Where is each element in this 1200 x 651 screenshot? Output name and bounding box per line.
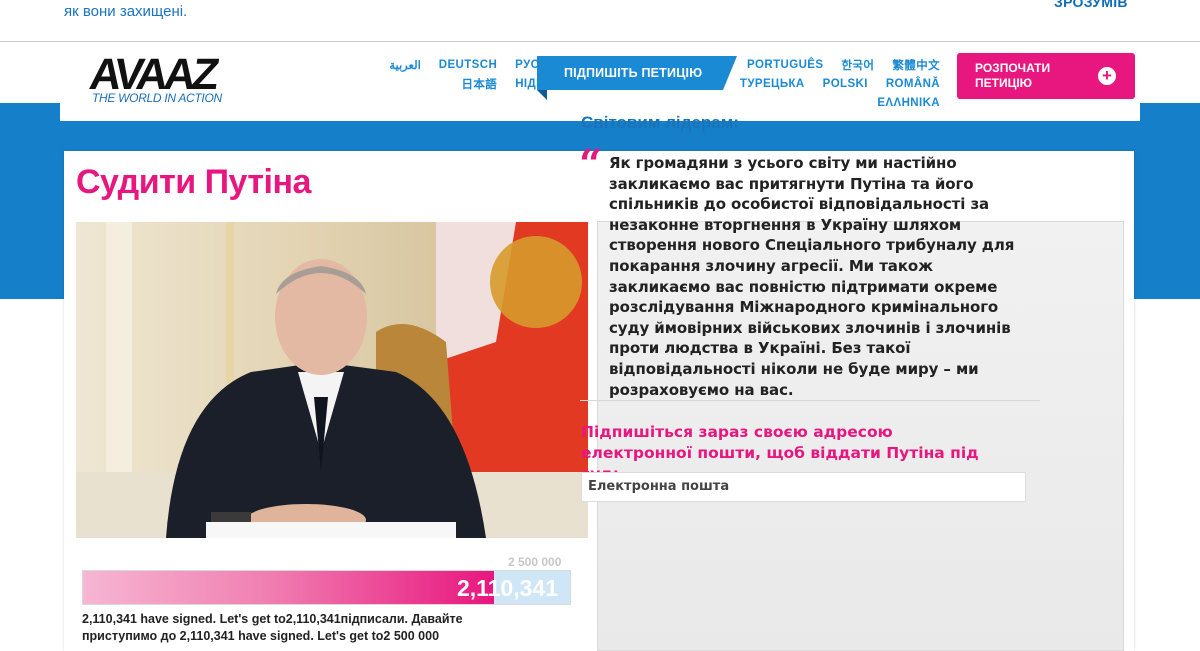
photo-illustration (76, 222, 588, 538)
language-link[interactable]: ROMÂNĂ (886, 78, 940, 90)
signature-progress-bar: 2,110,341 (82, 570, 571, 605)
language-link[interactable]: POLSKI (823, 78, 868, 90)
cookie-accept-button[interactable]: ЗРОЗУМІВ (1054, 0, 1128, 10)
tab-fold-decoration (537, 90, 547, 100)
start-petition-button[interactable]: РОЗПОЧАТИ ПЕТИЦІЮ + (957, 53, 1135, 99)
logo-tagline: THE WORLD IN ACTION (92, 91, 222, 105)
language-link[interactable]: DEUTSCH (439, 59, 497, 71)
quote-icon: “ (579, 141, 603, 188)
language-link[interactable]: ТУРЕЦЬКА (740, 78, 805, 90)
start-petition-label: РОЗПОЧАТИ ПЕТИЦІЮ (975, 61, 1051, 90)
language-link[interactable]: العربية (389, 58, 420, 72)
signature-goal: 2 500 000 (508, 555, 562, 569)
petition-photo (76, 222, 588, 538)
petition-text: Як громадяни з усього світу ми настійно … (609, 154, 1015, 399)
language-link[interactable]: ΕΛΛΗΝΙΚΑ (877, 97, 940, 109)
panel-divider (580, 400, 1040, 401)
language-link[interactable]: 日本語 (462, 76, 498, 92)
cookie-notice-text: як вони захищені. (64, 3, 188, 20)
page-title: Судити Путіна (76, 163, 311, 201)
language-link[interactable]: 한국어 (841, 57, 874, 73)
progress-fill (83, 571, 495, 604)
sign-petition-tab: ПІДПИШІТЬ ПЕТИЦІЮ (537, 56, 737, 90)
avaaz-logo[interactable]: AVAAZ THE WORLD IN ACTION (87, 50, 250, 109)
language-row-3: ΕΛΛΗΝΙΚΑ (380, 93, 940, 112)
email-input[interactable]: Електронна пошта (581, 472, 1026, 502)
petition-recipient-heading: Світовим лідерам: (581, 113, 739, 132)
language-link[interactable]: PORTUGUÊS (747, 59, 823, 71)
signature-status-text: 2,110,341 have signed. Let's get to2,110… (82, 612, 463, 643)
signature-count: 2,110,341 (456, 575, 558, 601)
language-link[interactable]: 繁體中文 (892, 57, 940, 73)
plus-icon: + (1098, 67, 1116, 85)
cookie-notice-bar: як вони захищені. ЗРОЗУМІВ (0, 0, 1200, 42)
